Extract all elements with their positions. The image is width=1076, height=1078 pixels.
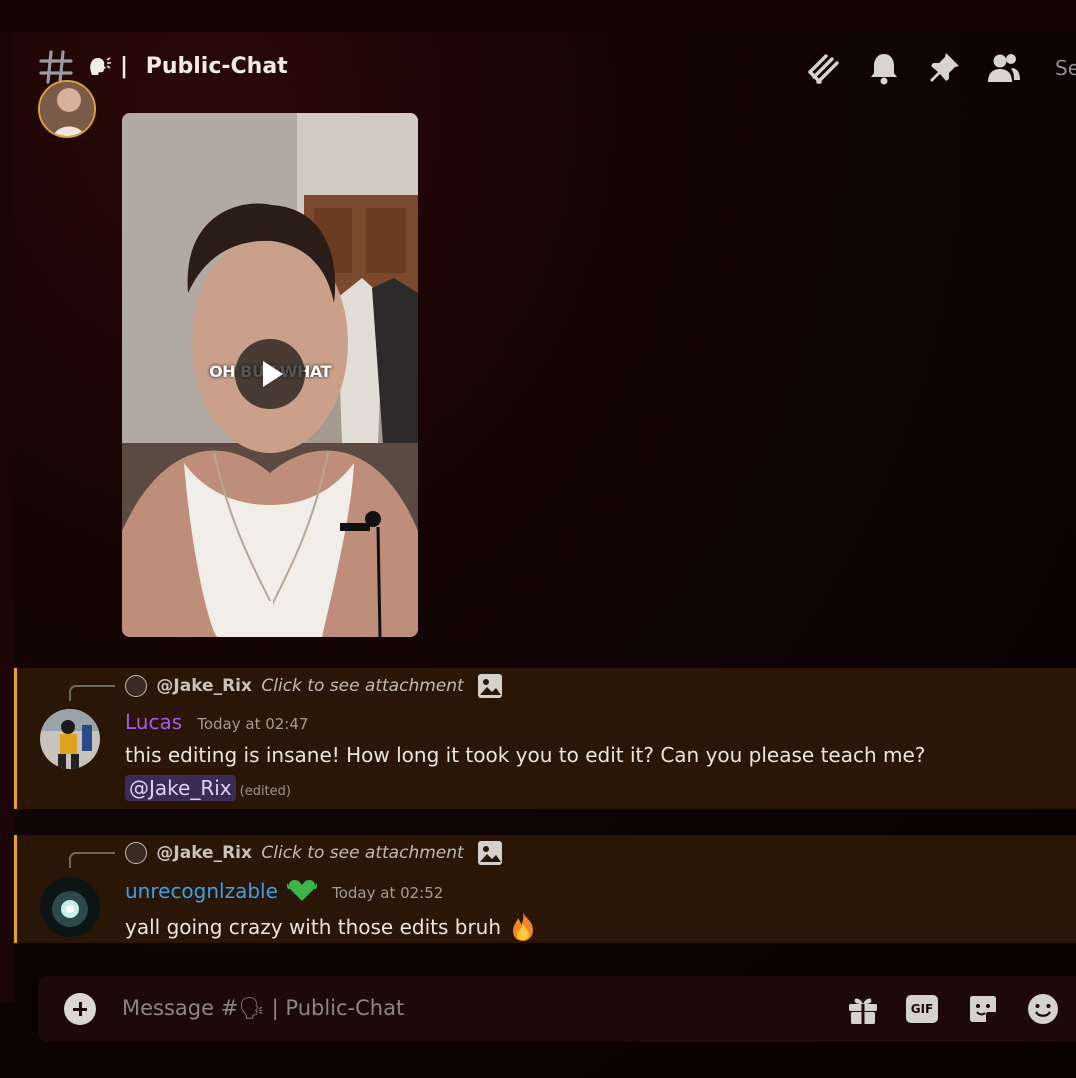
message-text: this editing is insane! How long it took… [125, 743, 926, 767]
reply-avatar [125, 675, 147, 697]
avatar[interactable] [40, 709, 100, 769]
search-input[interactable]: Se [1055, 56, 1076, 80]
reply-text[interactable]: Click to see attachment [261, 843, 463, 863]
reply-reference[interactable]: @Jake_Rix Click to see attachment [125, 673, 503, 699]
message-lucas[interactable]: @Jake_Rix Click to see attachment Lucas … [14, 668, 1076, 809]
reply-username[interactable]: @Jake_Rix [156, 676, 252, 696]
bell-icon[interactable] [866, 50, 902, 86]
message-text-line: yall going crazy with those edits bruh [125, 910, 539, 942]
play-button[interactable] [235, 339, 305, 409]
reply-username[interactable]: @Jake_Rix [156, 843, 252, 863]
message-header: unrecognlzable Today at 02:52 [125, 877, 443, 903]
channel-separator: | [120, 54, 129, 79]
message-composer[interactable]: Message #🗣 | Public-Chat GIF [38, 976, 1076, 1042]
avatar[interactable] [38, 80, 96, 138]
video-attachment[interactable]: OH BUT WHAT [122, 113, 418, 637]
avatar[interactable] [40, 877, 100, 937]
channel-name[interactable]: | Public-Chat [120, 54, 288, 79]
message-text: yall going crazy with those edits bruh [125, 915, 502, 939]
reply-connector [69, 852, 115, 868]
channel-header: | Public-Chat Se [0, 32, 1076, 102]
gif-button[interactable]: GIF [906, 995, 938, 1023]
emoji-icon[interactable] [1026, 992, 1060, 1026]
members-icon[interactable] [986, 50, 1022, 86]
image-icon [478, 674, 503, 698]
pin-icon[interactable] [926, 50, 962, 86]
edited-label: (edited) [239, 784, 291, 799]
sidebar-edge [0, 32, 14, 1002]
message-text-line-2: @Jake_Rix (edited) [125, 775, 291, 801]
reply-connector [69, 685, 115, 701]
green-heart-icon [286, 880, 318, 901]
username[interactable]: unrecognlzable [125, 879, 278, 903]
username[interactable]: Lucas [125, 710, 182, 734]
timestamp: Today at 02:52 [332, 884, 444, 902]
channel-title: Public-Chat [145, 54, 288, 79]
fire-icon [513, 912, 534, 941]
message-unrecognlzable[interactable]: @Jake_Rix Click to see attachment unreco… [14, 835, 1076, 943]
message-header: Lucas Today at 02:47 [125, 710, 308, 734]
reply-reference[interactable]: @Jake_Rix Click to see attachment [125, 840, 503, 866]
sticker-icon[interactable] [966, 992, 1000, 1026]
reply-text[interactable]: Click to see attachment [261, 676, 463, 696]
add-attachment-button[interactable] [64, 993, 96, 1025]
speaking-head-icon [90, 57, 111, 75]
play-icon [263, 361, 283, 387]
image-icon [478, 841, 503, 865]
message-input[interactable]: Message #🗣 | Public-Chat [122, 996, 404, 1021]
timestamp: Today at 02:47 [197, 715, 309, 733]
window-top-strip [0, 0, 1076, 32]
threads-icon[interactable] [806, 50, 842, 86]
mention[interactable]: @Jake_Rix [125, 775, 236, 801]
gift-icon[interactable] [846, 992, 880, 1026]
reply-avatar [125, 842, 147, 864]
